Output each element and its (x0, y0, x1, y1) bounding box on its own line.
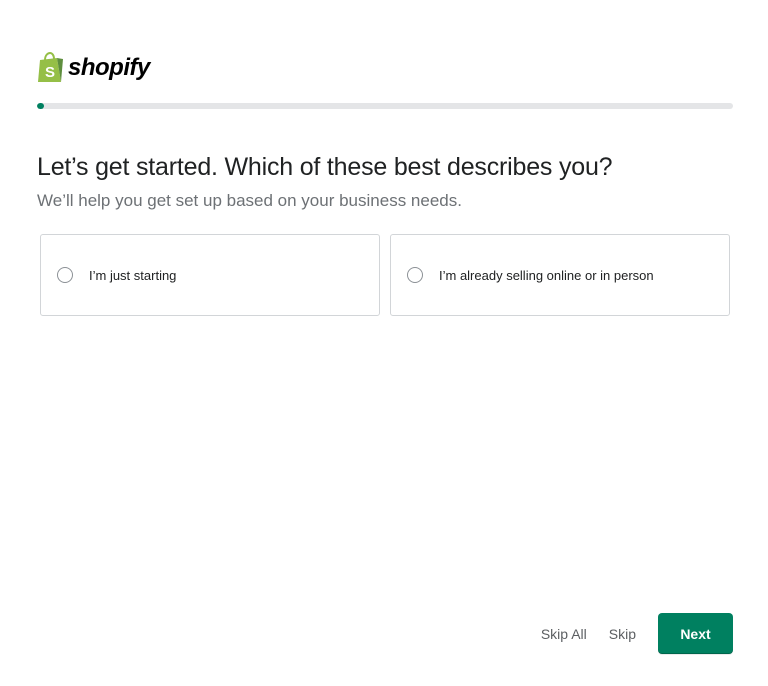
page-subtitle: We’ll help you get set up based on your … (37, 191, 462, 210)
shopify-wordmark: shopify (68, 54, 150, 81)
shopify-logo: S shopify (37, 52, 150, 84)
option-label: I’m just starting (89, 267, 177, 283)
option-already-selling[interactable]: I’m already selling online or in person (390, 234, 730, 316)
business-stage-options: I’m just starting I’m already selling on… (40, 234, 730, 316)
page-title: Let’s get started. Which of these best d… (37, 153, 613, 181)
footer-actions: Skip All Skip Next (541, 613, 733, 654)
radio-button[interactable] (407, 267, 423, 283)
shopify-bag-icon: S (38, 52, 63, 82)
svg-text:S: S (45, 64, 55, 81)
next-button[interactable]: Next (658, 613, 733, 654)
skip-button[interactable]: Skip (609, 626, 636, 642)
radio-button[interactable] (57, 267, 73, 283)
skip-all-button[interactable]: Skip All (541, 626, 587, 642)
progress-fill (37, 103, 44, 109)
onboarding-progress-bar (37, 103, 733, 109)
option-just-starting[interactable]: I’m just starting (40, 234, 380, 316)
option-label: I’m already selling online or in person (439, 267, 654, 283)
